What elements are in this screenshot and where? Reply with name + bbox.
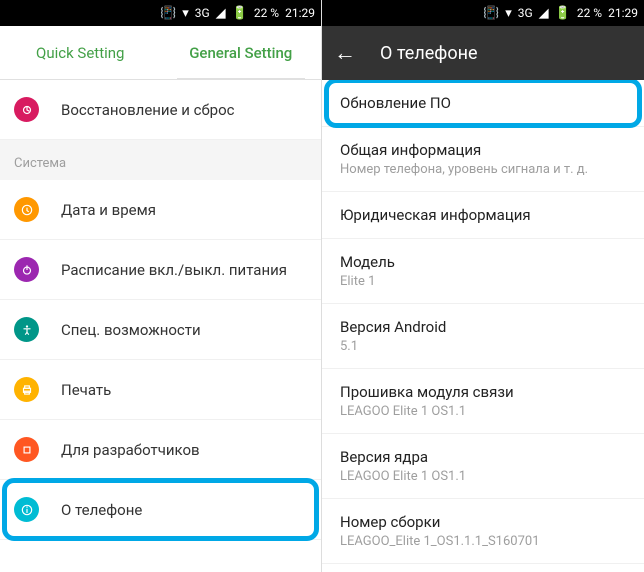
row-general-info[interactable]: Общая информация Номер телефона, уровень… <box>322 127 644 192</box>
row-developer-label: Для разработчиков <box>61 441 200 459</box>
tab-general-label: General Setting <box>189 44 292 62</box>
restore-icon <box>14 97 39 122</box>
row-model[interactable]: Модель Elite 1 <box>322 239 644 304</box>
row-accessibility[interactable]: Спец. возможности <box>0 300 321 360</box>
row-build[interactable]: Номер сборки LEAGOO_Elite 1_OS1.1.1_S160… <box>322 499 644 564</box>
row-subtitle: LEAGOO Elite 1 OS1.1 <box>340 469 626 484</box>
clock-icon <box>14 197 39 222</box>
row-title: Модель <box>340 253 626 271</box>
row-android-version[interactable]: Версия Android 5.1 <box>322 304 644 369</box>
battery-percent: 22 % <box>577 6 602 20</box>
row-subtitle: 5.1 <box>340 339 626 354</box>
network-label: 3G <box>195 6 210 20</box>
row-date[interactable]: Дата и время <box>0 180 321 240</box>
system-header: Система <box>0 140 321 180</box>
status-bar: 📳 ▾ 3G ◢ 🔋 22 % 21:29 <box>0 0 321 26</box>
row-subtitle: LEAGOO_Elite 1_OS1.1.1_S160701 <box>340 534 626 549</box>
row-print-label: Печать <box>61 381 111 399</box>
battery-icon: 🔋 <box>555 6 571 21</box>
row-title: Версия Android <box>340 318 626 336</box>
wifi-icon: ▾ <box>182 6 189 21</box>
row-title: Юридическая информация <box>340 206 626 224</box>
tab-quick-label: Quick Setting <box>36 44 124 62</box>
row-power-label: Расписание вкл./выкл. питания <box>61 261 287 279</box>
toolbar-title: О телефоне <box>380 43 478 64</box>
status-bar-right: 📳 ▾ 3G ◢ 🔋 22 % 21:29 <box>322 0 644 26</box>
row-legal[interactable]: Юридическая информация <box>322 192 644 239</box>
vibrate-icon: 📳 <box>483 6 499 21</box>
row-title: Номер сборки <box>340 513 626 531</box>
print-icon <box>14 377 39 402</box>
tab-general-setting[interactable]: General Setting <box>161 26 322 79</box>
row-title: Общая информация <box>340 141 626 159</box>
row-restore[interactable]: Восстановление и сброс <box>0 80 321 140</box>
toolbar: ← О телефоне <box>322 26 644 80</box>
row-title: Прошивка модуля связи <box>340 383 626 401</box>
battery-icon: 🔋 <box>232 6 248 21</box>
row-kernel[interactable]: Версия ядра LEAGOO Elite 1 OS1.1 <box>322 434 644 499</box>
wifi-icon: ▾ <box>505 6 512 21</box>
vibrate-icon: 📳 <box>160 6 176 21</box>
row-software-update[interactable]: Обновление ПО <box>322 80 644 127</box>
row-about-phone[interactable]: О телефоне <box>0 480 321 540</box>
developer-icon <box>14 437 39 462</box>
info-icon <box>14 497 39 522</box>
row-subtitle: LEAGOO Elite 1 OS1.1 <box>340 404 626 419</box>
row-accessibility-label: Спец. возможности <box>61 321 201 339</box>
settings-tabs: Quick Setting General Setting <box>0 26 321 80</box>
network-label: 3G <box>518 6 533 20</box>
clock: 21:29 <box>285 6 315 20</box>
power-icon <box>14 257 39 282</box>
back-button[interactable]: ← <box>334 40 356 66</box>
row-baseband[interactable]: Прошивка модуля связи LEAGOO Elite 1 OS1… <box>322 369 644 434</box>
clock: 21:29 <box>608 6 638 20</box>
accessibility-icon <box>14 317 39 342</box>
tab-quick-setting[interactable]: Quick Setting <box>0 26 161 79</box>
row-about-label: О телефоне <box>61 501 142 519</box>
row-power-schedule[interactable]: Расписание вкл./выкл. питания <box>0 240 321 300</box>
signal-icon: ◢ <box>539 6 549 21</box>
row-title: Версия ядра <box>340 448 626 466</box>
row-restore-label: Восстановление и сброс <box>61 101 234 119</box>
battery-percent: 22 % <box>254 6 279 20</box>
row-developer[interactable]: Для разработчиков <box>0 420 321 480</box>
row-subtitle: Номер телефона, уровень сигнала и т. д. <box>340 162 626 177</box>
signal-icon: ◢ <box>216 6 226 21</box>
row-print[interactable]: Печать <box>0 360 321 420</box>
row-title: Обновление ПО <box>340 94 626 112</box>
about-list: Обновление ПО Общая информация Номер тел… <box>322 80 644 572</box>
row-subtitle: Elite 1 <box>340 274 626 289</box>
settings-list: Восстановление и сброс Система Дата и вр… <box>0 80 321 572</box>
row-date-label: Дата и время <box>61 201 156 219</box>
